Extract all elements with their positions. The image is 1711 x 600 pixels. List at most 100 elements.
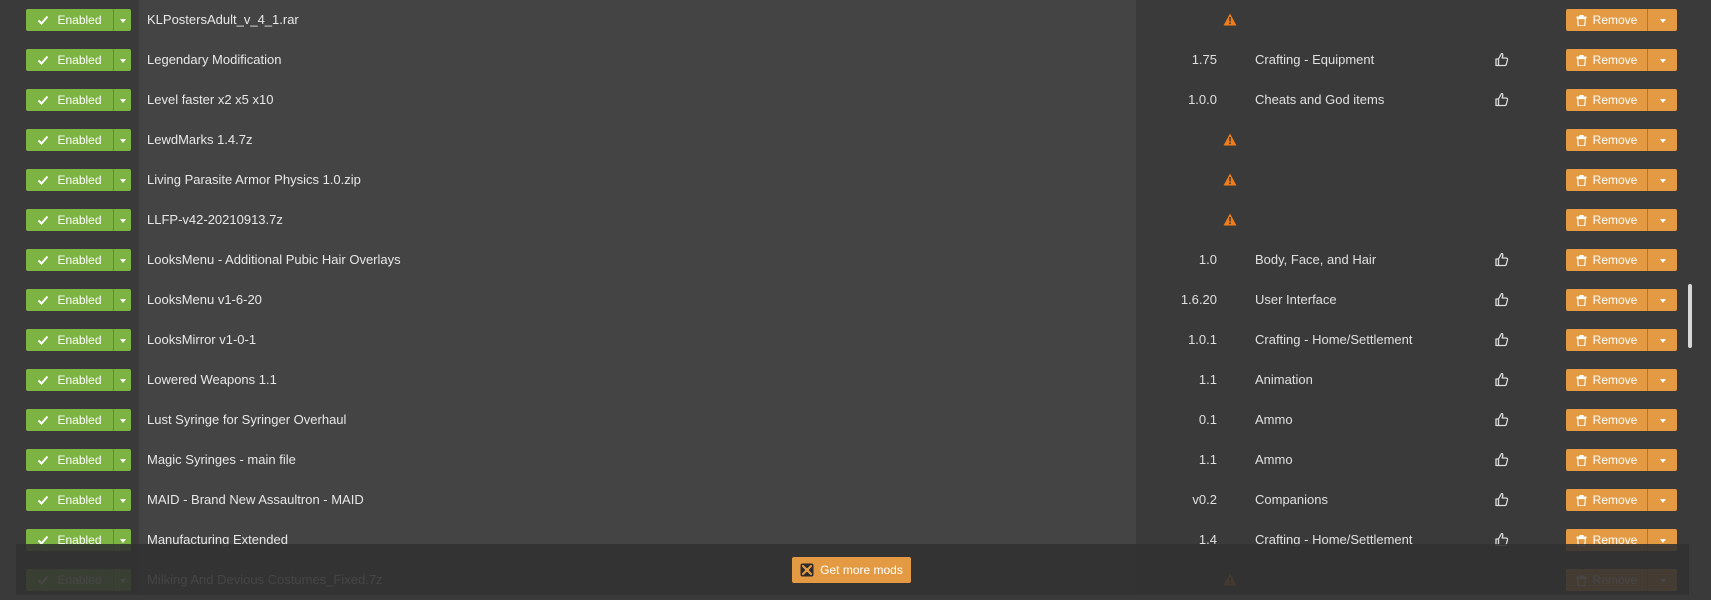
- remove-dropdown-button[interactable]: [1647, 489, 1677, 511]
- enabled-button[interactable]: Enabled: [26, 129, 113, 151]
- check-icon: [38, 135, 49, 145]
- enabled-button[interactable]: Enabled: [26, 409, 113, 431]
- enabled-button[interactable]: Enabled: [26, 9, 113, 31]
- remove-button[interactable]: Remove: [1566, 409, 1647, 431]
- remove-dropdown-button[interactable]: [1647, 289, 1677, 311]
- mod-category: Cheats and God items: [1255, 92, 1385, 107]
- mod-name[interactable]: Lust Syringe for Syringer Overhaul: [147, 400, 346, 440]
- remove-dropdown-button[interactable]: [1647, 249, 1677, 271]
- enabled-dropdown-button[interactable]: [113, 89, 131, 111]
- mod-name[interactable]: KLPostersAdult_v_4_1.rar: [147, 0, 299, 40]
- enabled-dropdown-button[interactable]: [113, 329, 131, 351]
- enabled-button[interactable]: Enabled: [26, 249, 113, 271]
- remove-dropdown-button[interactable]: [1647, 89, 1677, 111]
- enabled-dropdown-button[interactable]: [113, 249, 131, 271]
- enabled-dropdown-button[interactable]: [113, 129, 131, 151]
- mod-version: 1.75: [1191, 52, 1217, 67]
- remove-button[interactable]: Remove: [1566, 9, 1647, 31]
- mod-name[interactable]: LewdMarks 1.4.7z: [147, 120, 253, 160]
- remove-dropdown-button[interactable]: [1647, 169, 1677, 191]
- thumbs-up-icon[interactable]: [1494, 52, 1509, 67]
- enabled-dropdown-button[interactable]: [113, 169, 131, 191]
- remove-button[interactable]: Remove: [1566, 49, 1647, 71]
- enabled-button[interactable]: Enabled: [26, 329, 113, 351]
- warning-icon: [1223, 213, 1237, 226]
- remove-button[interactable]: Remove: [1566, 169, 1647, 191]
- remove-dropdown-button[interactable]: [1647, 9, 1677, 31]
- mod-category: Body, Face, and Hair: [1255, 252, 1377, 267]
- remove-dropdown-button[interactable]: [1647, 369, 1677, 391]
- mod-name[interactable]: LLFP-v42-20210913.7z: [147, 200, 283, 240]
- chevron-down-icon: [119, 379, 126, 383]
- scrollbar-thumb[interactable]: [1688, 284, 1692, 348]
- mod-name[interactable]: LooksMenu - Additional Pubic Hair Overla…: [147, 240, 401, 280]
- enabled-button[interactable]: Enabled: [26, 169, 113, 191]
- remove-button[interactable]: Remove: [1566, 369, 1647, 391]
- enabled-label: Enabled: [57, 333, 102, 347]
- remove-button[interactable]: Remove: [1566, 209, 1647, 231]
- remove-dropdown-button[interactable]: [1647, 449, 1677, 471]
- mod-name[interactable]: Living Parasite Armor Physics 1.0.zip: [147, 160, 361, 200]
- thumbs-up-icon[interactable]: [1494, 452, 1509, 467]
- enabled-dropdown-button[interactable]: [113, 369, 131, 391]
- remove-dropdown-button[interactable]: [1647, 329, 1677, 351]
- remove-dropdown-button[interactable]: [1647, 49, 1677, 71]
- thumbs-up-icon[interactable]: [1494, 252, 1509, 267]
- remove-button[interactable]: Remove: [1566, 129, 1647, 151]
- remove-button[interactable]: Remove: [1566, 449, 1647, 471]
- mod-name[interactable]: Level faster x2 x5 x10: [147, 80, 273, 120]
- thumbs-up-icon[interactable]: [1494, 412, 1509, 427]
- mod-row: Enabled LooksMirror v1-0-1 1.0.1 Crafting -…: [0, 320, 1690, 360]
- enabled-dropdown-button[interactable]: [113, 449, 131, 471]
- chevron-down-icon: [119, 339, 126, 343]
- remove-button[interactable]: Remove: [1566, 489, 1647, 511]
- enabled-dropdown-button[interactable]: [113, 9, 131, 31]
- mod-row: Enabled LooksMenu - Additional Pubic Hair…: [0, 240, 1690, 280]
- mod-name[interactable]: LooksMirror v1-0-1: [147, 320, 256, 360]
- mod-category: Animation: [1255, 372, 1313, 387]
- remove-button[interactable]: Remove: [1566, 89, 1647, 111]
- get-more-mods-button[interactable]: Get more mods: [792, 557, 911, 583]
- enabled-button[interactable]: Enabled: [26, 289, 113, 311]
- trash-icon: [1576, 494, 1587, 506]
- remove-button[interactable]: Remove: [1566, 289, 1647, 311]
- mod-row: Enabled Lowered Weapons 1.1 1.1 Animation Re…: [0, 360, 1690, 400]
- mod-name[interactable]: Lowered Weapons 1.1: [147, 360, 277, 400]
- trash-icon: [1576, 174, 1587, 186]
- mods-panel: Enabled KLPostersAdult_v_4_1.rar Remove Ena…: [0, 0, 1711, 595]
- enabled-dropdown-button[interactable]: [113, 489, 131, 511]
- enabled-button[interactable]: Enabled: [26, 489, 113, 511]
- remove-dropdown-button[interactable]: [1647, 209, 1677, 231]
- mod-row: Enabled Lust Syringe for Syringer Overhau…: [0, 400, 1690, 440]
- mod-name[interactable]: LooksMenu v1-6-20: [147, 280, 262, 320]
- mod-category: Ammo: [1255, 452, 1293, 467]
- remove-label: Remove: [1592, 13, 1638, 27]
- enabled-dropdown-button[interactable]: [113, 49, 131, 71]
- chevron-down-icon: [1659, 459, 1666, 463]
- thumbs-up-icon[interactable]: [1494, 492, 1509, 507]
- thumbs-up-icon[interactable]: [1494, 372, 1509, 387]
- mod-name[interactable]: Legendary Modification: [147, 40, 281, 80]
- enabled-dropdown-button[interactable]: [113, 289, 131, 311]
- enabled-button[interactable]: Enabled: [26, 449, 113, 471]
- enabled-button[interactable]: Enabled: [26, 49, 113, 71]
- chevron-down-icon: [119, 419, 126, 423]
- chevron-down-icon: [1659, 419, 1666, 423]
- remove-dropdown-button[interactable]: [1647, 129, 1677, 151]
- enabled-dropdown-button[interactable]: [113, 209, 131, 231]
- enabled-button[interactable]: Enabled: [26, 89, 113, 111]
- remove-dropdown-button[interactable]: [1647, 409, 1677, 431]
- mod-version: 1.0.0: [1188, 92, 1217, 107]
- enabled-button[interactable]: Enabled: [26, 209, 113, 231]
- mod-name[interactable]: MAID - Brand New Assaultron - MAID: [147, 480, 364, 520]
- trash-icon: [1576, 94, 1587, 106]
- thumbs-up-icon[interactable]: [1494, 292, 1509, 307]
- mod-name[interactable]: Magic Syringes - main file: [147, 440, 296, 480]
- thumbs-up-icon[interactable]: [1494, 92, 1509, 107]
- thumbs-up-icon[interactable]: [1494, 332, 1509, 347]
- remove-button[interactable]: Remove: [1566, 249, 1647, 271]
- check-icon: [38, 295, 49, 305]
- enabled-button[interactable]: Enabled: [26, 369, 113, 391]
- remove-button[interactable]: Remove: [1566, 329, 1647, 351]
- enabled-dropdown-button[interactable]: [113, 409, 131, 431]
